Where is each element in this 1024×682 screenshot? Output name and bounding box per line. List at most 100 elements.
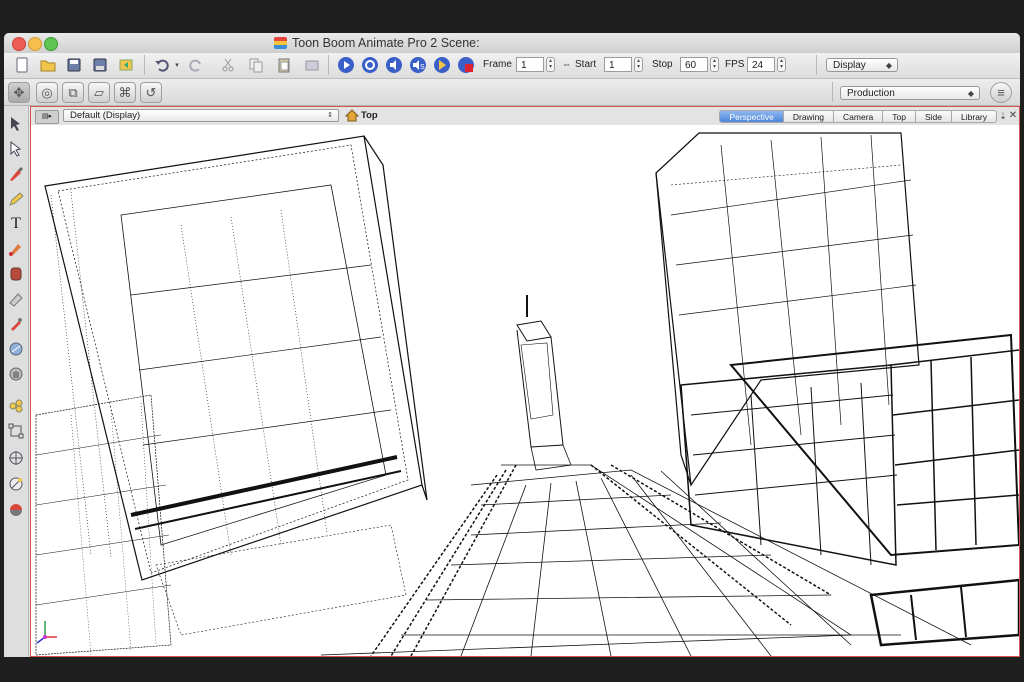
render-icon[interactable] xyxy=(432,55,452,75)
tab-drawing[interactable]: Drawing xyxy=(783,110,835,123)
view-menu-icon[interactable]: ▤▸ xyxy=(35,110,59,124)
app-icon xyxy=(274,37,287,49)
tab-side[interactable]: Side xyxy=(916,110,953,123)
save-as-icon[interactable] xyxy=(90,55,110,75)
text-icon[interactable]: T xyxy=(6,214,26,234)
tab-top[interactable]: Top xyxy=(883,110,916,123)
chevron-down-icon: ◆ xyxy=(967,89,974,98)
brush-icon[interactable] xyxy=(6,164,26,184)
home-icon xyxy=(345,109,359,122)
wireframe-viewport[interactable] xyxy=(31,125,1019,656)
start-label: Start xyxy=(575,59,597,70)
start-stepper[interactable]: ▴ ▾ xyxy=(634,57,643,72)
frame-label: Frame xyxy=(483,59,512,70)
display-dropdown[interactable]: Display ◆ xyxy=(826,58,898,72)
axis-gizmo xyxy=(36,621,57,644)
tab-perspective[interactable]: Perspective xyxy=(719,110,784,123)
color-swatch-icon[interactable] xyxy=(6,500,26,520)
production-dropdown-value: Production xyxy=(847,88,895,99)
toolbar-separator xyxy=(816,55,817,75)
title-bar: Toon Boom Animate Pro 2 Scene: xyxy=(4,33,1020,54)
hand-icon[interactable] xyxy=(6,364,26,384)
toolbar-separator xyxy=(144,55,145,75)
center-spire xyxy=(516,295,572,471)
main-toolbar: ▾ S Frame 1 ▴ ▾ ⇔ Start 1 ▴ ▾ Stop 60 ▴ … xyxy=(4,53,1020,79)
view-header: ▤▸ Default (Display) ⇕ Top Perspective D… xyxy=(31,107,1019,126)
fps-label: FPS xyxy=(725,59,745,70)
window-title-group: Toon Boom Animate Pro 2 Scene: xyxy=(274,36,480,50)
peg-tool-icon[interactable]: ⌘ xyxy=(114,82,136,103)
rotate-tool-icon[interactable]: ◎ xyxy=(36,82,58,103)
range-link-icon[interactable]: ⇔ xyxy=(562,59,571,69)
close-window-button[interactable] xyxy=(12,37,26,51)
ink-icon[interactable] xyxy=(6,264,26,284)
window-title: Toon Boom Animate Pro 2 Scene: xyxy=(292,36,480,50)
save-icon[interactable] xyxy=(64,55,84,75)
sound-scrub-icon[interactable]: S xyxy=(408,55,428,75)
perspective-view-panel: ▤▸ Default (Display) ⇕ Top Perspective D… xyxy=(30,106,1020,657)
wireframe-scene xyxy=(35,132,1019,656)
dropper-icon[interactable] xyxy=(6,314,26,334)
app-window: Toon Boom Animate Pro 2 Scene: ▾ S Frame… xyxy=(4,33,1020,657)
stop-render-icon[interactable] xyxy=(456,55,476,75)
new-scene-icon[interactable] xyxy=(12,55,32,75)
frame-stepper[interactable]: ▴ ▾ xyxy=(546,57,555,72)
toolbar-separator xyxy=(328,55,329,75)
display-selector-value: Default (Display) xyxy=(70,110,141,121)
frame-input[interactable]: 1 xyxy=(516,57,544,72)
fps-stepper[interactable]: ▴ ▾ xyxy=(777,57,786,72)
display-dropdown-value: Display xyxy=(833,60,866,71)
camera-label: Top xyxy=(361,110,378,121)
animate-mode-icon[interactable]: ✥ xyxy=(8,82,30,103)
export-icon[interactable] xyxy=(116,55,136,75)
camera-indicator[interactable]: Top xyxy=(345,109,378,122)
sound-icon[interactable] xyxy=(384,55,404,75)
toolbar-separator xyxy=(832,82,833,102)
workspace-icon[interactable]: ≡ xyxy=(990,82,1012,103)
pencil-icon[interactable] xyxy=(6,189,26,209)
pivot-icon[interactable] xyxy=(6,474,26,494)
production-dropdown[interactable]: Production ◆ xyxy=(840,86,980,100)
play-icon[interactable] xyxy=(336,55,356,75)
panel-menu-icon[interactable]: ⇣ xyxy=(998,110,1008,122)
cut-icon[interactable] xyxy=(218,55,238,75)
stop-stepper[interactable]: ▴ ▾ xyxy=(710,57,719,72)
redo-icon[interactable] xyxy=(186,55,206,75)
motion-tool-icon[interactable]: ↺ xyxy=(140,82,162,103)
stroke-icon[interactable] xyxy=(6,339,26,359)
zoom-icon[interactable] xyxy=(6,448,26,468)
skew-tool-icon[interactable]: ▱ xyxy=(88,82,110,103)
minimize-window-button[interactable] xyxy=(28,37,42,51)
eraser-icon[interactable] xyxy=(6,289,26,309)
stop-label: Stop xyxy=(652,59,673,70)
paste-icon[interactable] xyxy=(274,55,294,75)
left-tower xyxy=(35,135,428,656)
loop-icon[interactable] xyxy=(360,55,380,75)
contour-editor-icon[interactable] xyxy=(6,139,26,159)
dropdown-arrow-icon[interactable]: ▾ xyxy=(172,55,182,75)
transform-icon[interactable] xyxy=(6,396,26,416)
open-scene-icon[interactable] xyxy=(38,55,58,75)
chevron-down-icon: ◆ xyxy=(885,61,892,70)
paint-icon[interactable] xyxy=(6,239,26,259)
display-selector[interactable]: Default (Display) ⇕ xyxy=(63,109,339,122)
zoom-window-button[interactable] xyxy=(44,37,58,51)
start-input[interactable]: 1 xyxy=(604,57,632,72)
copy-icon[interactable] xyxy=(246,55,266,75)
view-tabs: Perspective Drawing Camera Top Side Libr… xyxy=(719,110,997,123)
tab-camera[interactable]: Camera xyxy=(834,110,884,123)
tools-toolbar: T xyxy=(4,106,29,657)
svg-text:S: S xyxy=(420,64,425,71)
scale-tool-icon[interactable]: ⧉ xyxy=(62,82,84,103)
delete-icon[interactable] xyxy=(302,55,322,75)
undo-icon[interactable] xyxy=(152,55,172,75)
fps-input[interactable]: 24 xyxy=(747,57,775,72)
close-icon[interactable]: ✕ xyxy=(1008,110,1018,122)
chevron-down-icon: ⇕ xyxy=(327,112,333,119)
secondary-toolbar: ✥ ◎ ⧉ ▱ ⌘ ↺ Production ◆ ≡ xyxy=(4,79,1020,106)
tab-library[interactable]: Library xyxy=(952,110,997,123)
select-icon[interactable] xyxy=(6,114,26,134)
right-towers xyxy=(655,132,1019,647)
morph-icon[interactable] xyxy=(6,421,26,441)
stop-input[interactable]: 60 xyxy=(680,57,708,72)
